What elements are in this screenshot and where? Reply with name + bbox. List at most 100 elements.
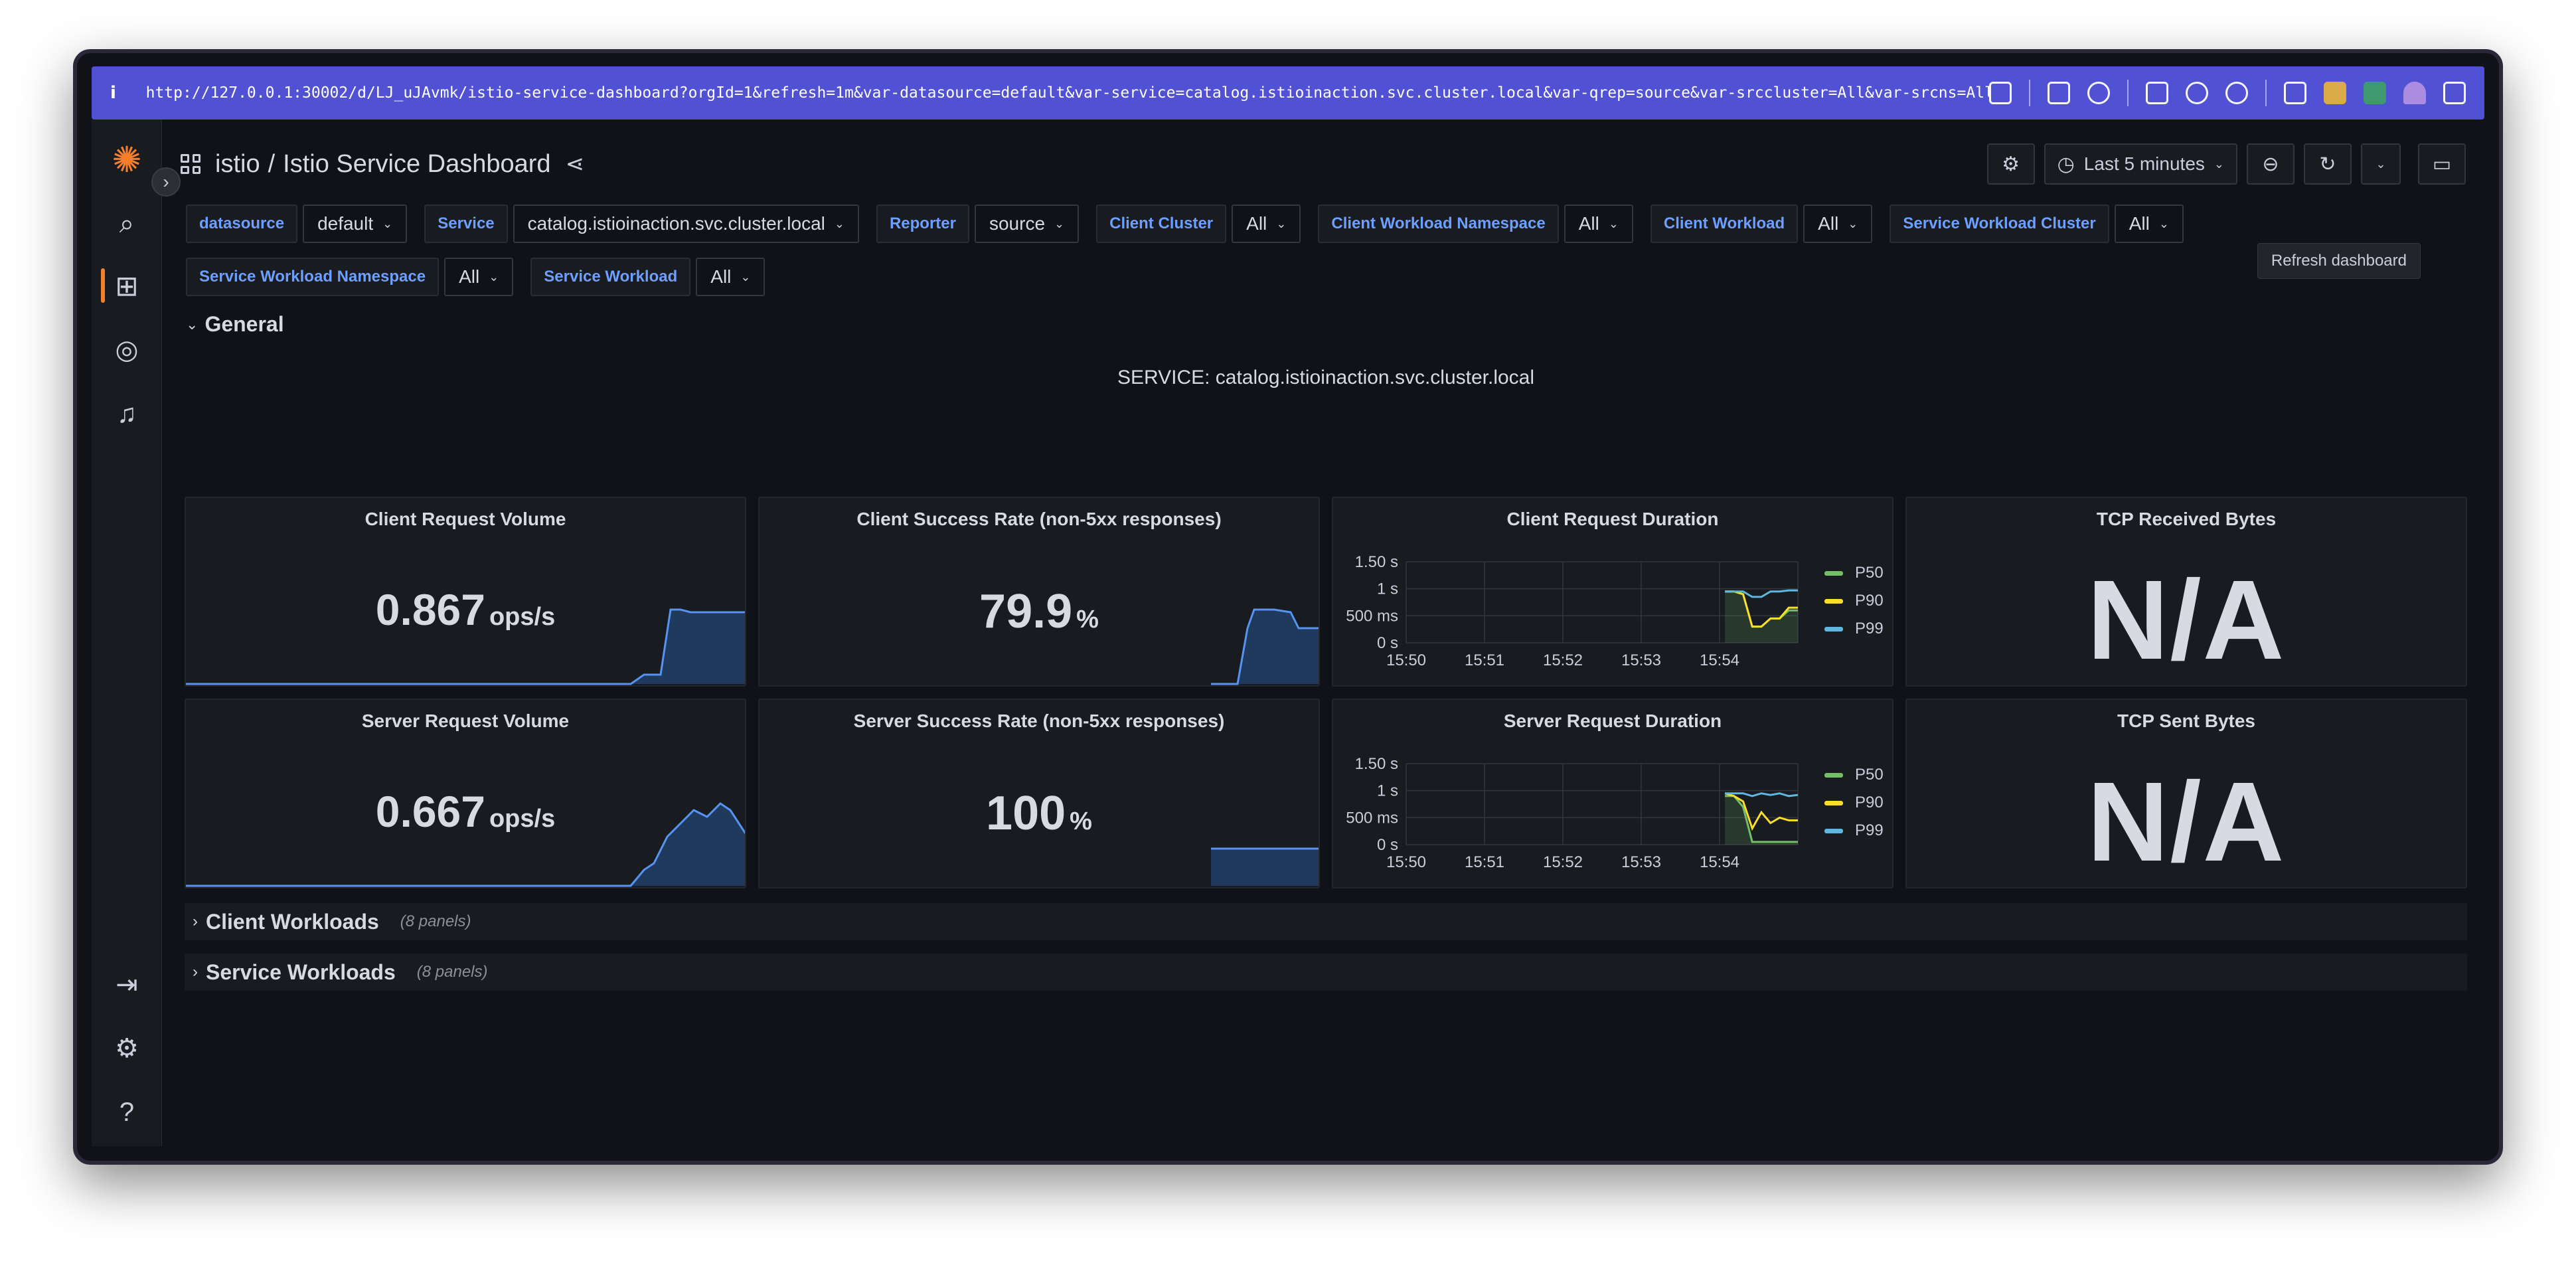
variable-label: Client Workload Namespace (1318, 205, 1559, 243)
variable-select[interactable]: catalog.istioinaction.svc.cluster.local ⌄ (513, 205, 859, 243)
panel-client-request-volume[interactable]: Client Request Volume 0.867 ops/s (185, 497, 746, 687)
row-service-workloads[interactable]: › Service Workloads (8 panels) (185, 954, 2467, 991)
chevron-down-icon: ⌄ (1608, 216, 1619, 230)
variable-select[interactable]: All ⌄ (2114, 205, 2184, 243)
variable-service-workload-cluster: Service Workload Cluster All ⌄ (1890, 205, 2184, 243)
legend-item[interactable]: P90 (1824, 789, 1884, 817)
variable-select[interactable]: All ⌄ (1232, 205, 1301, 243)
variable-label: datasource (186, 205, 298, 243)
page-title[interactable]: Istio Service Dashboard (283, 150, 550, 179)
variable-select[interactable]: default ⌄ (303, 205, 408, 243)
time-picker-button[interactable]: ◷ Last 5 minutes ⌄ (2044, 143, 2237, 185)
row-general[interactable]: ⌄ General (186, 312, 284, 337)
stat-value: 0.867 ops/s (186, 584, 745, 635)
stat-number: 100 (986, 787, 1066, 840)
stat-value: 0.667 ops/s (186, 786, 745, 837)
variable-select[interactable]: source ⌄ (974, 205, 1080, 243)
link-icon[interactable] (1989, 82, 2012, 104)
folder-icon[interactable] (2324, 82, 2346, 104)
dashboard-grid-icon (181, 154, 201, 174)
alerting-bell-icon[interactable]: ♫ (112, 398, 142, 429)
refresh-button[interactable]: ↻ (2304, 143, 2352, 185)
tv-mode-button[interactable]: ▭ (2418, 143, 2466, 185)
panel-tcp-sent-bytes[interactable]: TCP Sent Bytes N/A (1905, 699, 2467, 888)
panel-server-request-duration[interactable]: Server Request Duration 1.50 s1 s 500 ms 0… (1332, 699, 1893, 888)
x-tick-label: 15:51 (1465, 651, 1504, 669)
terminal-icon[interactable] (2146, 82, 2168, 104)
browser-extensions (1989, 80, 2466, 106)
x-tick-label: 15:50 (1386, 651, 1426, 669)
camera-icon[interactable] (2087, 82, 2110, 104)
variable-label: Service Workload (530, 258, 691, 296)
share-icon[interactable]: ⋖ (566, 151, 585, 177)
variable-datasource: datasource default ⌄ (186, 205, 408, 243)
expand-nav-button[interactable]: › (151, 167, 181, 197)
row-client-workloads[interactable]: › Client Workloads (8 panels) (185, 903, 2467, 940)
variable-value: All (1818, 213, 1839, 234)
legend-swatch (1824, 626, 1843, 632)
explore-compass-icon[interactable]: ◎ (112, 335, 142, 365)
flask-icon[interactable] (2403, 82, 2426, 104)
variable-select[interactable]: All ⌄ (1564, 205, 1633, 243)
panel-client-request-duration[interactable]: Client Request Duration 1.50 s1 s 500 ms 0… (1332, 497, 1893, 687)
url-text[interactable]: http://127.0.0.1:30002/d/LJ_uJAvmk/istio… (146, 84, 1989, 102)
chevron-down-icon: ⌄ (489, 270, 499, 284)
legend-item[interactable]: P99 (1824, 615, 1884, 643)
legend-item[interactable]: P99 (1824, 817, 1884, 845)
time-range-label: Last 5 minutes (2083, 153, 2205, 174)
series-line-p99 (1725, 792, 1799, 798)
grid-extension-icon[interactable] (2364, 82, 2386, 104)
panel-server-success-rate[interactable]: Server Success Rate (non-5xx responses) … (758, 699, 1320, 888)
stat-number: 79.9 (979, 585, 1073, 638)
panel-server-request-volume[interactable]: Server Request Volume 0.667 ops/s (185, 699, 746, 888)
breadcrumb-folder[interactable]: istio (215, 150, 260, 179)
legend-item[interactable]: P50 (1824, 761, 1884, 789)
chevron-down-icon: ⌄ (834, 216, 845, 230)
x-tick-label: 15:54 (1700, 651, 1739, 669)
row-title: Client Workloads (206, 909, 379, 934)
address-bar[interactable]: i http://127.0.0.1:30002/d/LJ_uJAvmk/ist… (92, 66, 2484, 120)
chart-legend: P50 P90 P99 (1824, 559, 1884, 643)
chevron-right-icon: › (193, 912, 198, 930)
sparkline-area (1211, 849, 1319, 886)
grafana-logo-icon[interactable]: ✺ (112, 142, 142, 178)
install-app-icon[interactable] (2048, 82, 2070, 104)
stat-value: 79.9% (760, 584, 1319, 639)
globe-icon[interactable] (2186, 82, 2208, 104)
variable-label: Reporter (876, 205, 969, 243)
refresh-interval-button[interactable]: ⌄ (2361, 143, 2401, 185)
sign-in-icon[interactable]: ⇥ (112, 969, 142, 1000)
stat-number: 0.867 (375, 585, 485, 634)
dashboard-settings-button[interactable]: ⚙ (1986, 143, 2035, 185)
help-icon[interactable]: ? (112, 1097, 142, 1128)
legend-swatch (1824, 598, 1843, 604)
zoom-out-button[interactable]: ⊖ (2247, 143, 2294, 185)
y-tick-label: 1.50 s (1355, 553, 1398, 571)
sidebar-toggle-icon[interactable] (2443, 82, 2466, 104)
y-tick-label: 500 ms (1346, 607, 1398, 625)
crosshair-icon[interactable] (2225, 82, 2248, 104)
variable-select[interactable]: All ⌄ (444, 258, 514, 296)
variable-value: default (317, 213, 374, 234)
chevron-down-icon: ⌄ (1848, 216, 1858, 230)
site-info-icon[interactable]: i (110, 83, 146, 103)
legend-label: P99 (1855, 620, 1884, 637)
dashboards-icon[interactable]: ⊞ (112, 271, 142, 301)
extension-icon[interactable] (2284, 82, 2306, 104)
x-tick-label: 15:53 (1621, 651, 1661, 669)
y-tick-label: 0 s (1377, 836, 1398, 854)
variable-value: All (2129, 213, 2150, 234)
legend-item[interactable]: P90 (1824, 587, 1884, 615)
search-icon[interactable]: ⌕ (112, 209, 142, 239)
variable-select[interactable]: All ⌄ (1803, 205, 1873, 243)
x-tick-label: 15:54 (1700, 853, 1739, 871)
legend-item[interactable]: P50 (1824, 559, 1884, 587)
legend-swatch (1824, 800, 1843, 805)
panel-client-success-rate[interactable]: Client Success Rate (non-5xx responses) … (758, 497, 1320, 687)
panel-tcp-received-bytes[interactable]: TCP Received Bytes N/A (1905, 497, 2467, 687)
gear-icon[interactable]: ⚙ (112, 1033, 142, 1064)
y-tick-label: 500 ms (1346, 809, 1398, 827)
variable-select[interactable]: All ⌄ (696, 258, 765, 296)
x-tick-label: 15:51 (1465, 853, 1504, 871)
browser-window: i http://127.0.0.1:30002/d/LJ_uJAvmk/ist… (73, 49, 2503, 1165)
